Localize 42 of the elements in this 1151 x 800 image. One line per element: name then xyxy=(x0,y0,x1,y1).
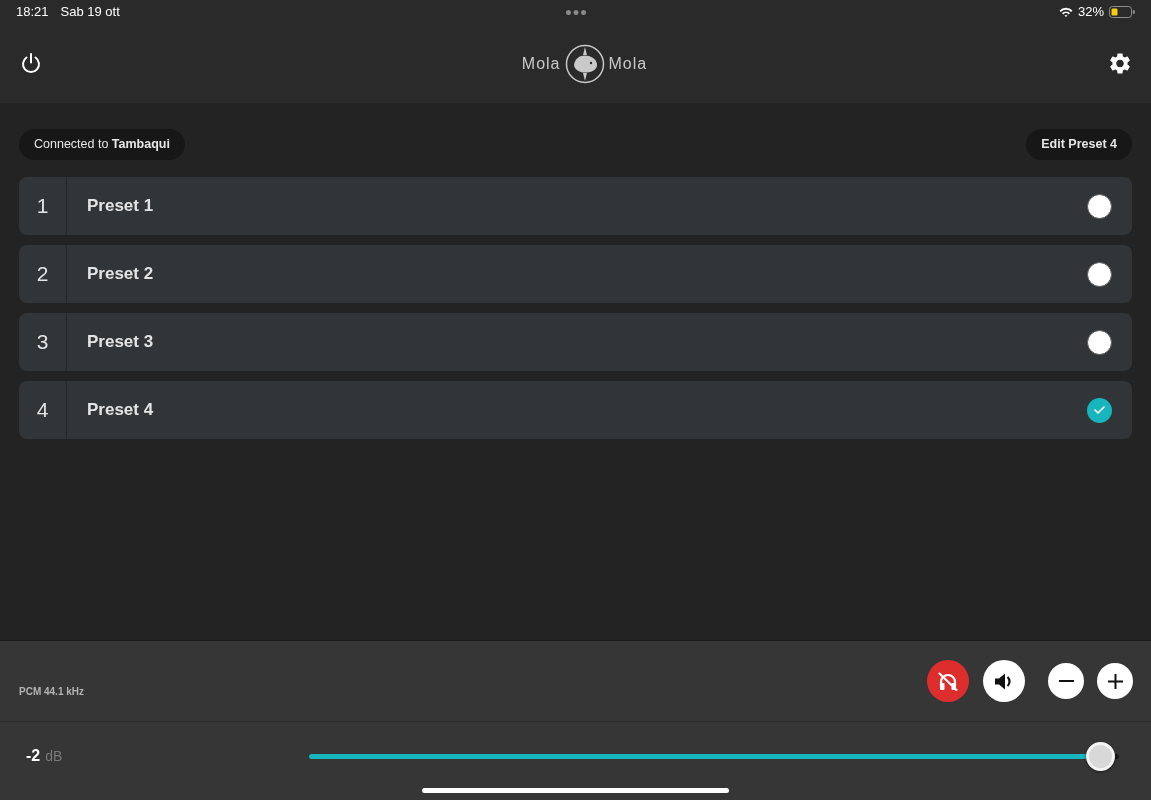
battery-icon xyxy=(1109,6,1135,18)
radio-button[interactable] xyxy=(1087,329,1112,355)
battery-percent: 32% xyxy=(1077,3,1104,22)
power-icon[interactable] xyxy=(21,53,41,74)
status-date: Sab 19 ott xyxy=(60,3,120,22)
volume-unit: dB xyxy=(45,747,63,766)
preset-name: Preset 2 xyxy=(86,263,155,286)
preset-row[interactable]: 4 Preset 4 xyxy=(19,381,1132,439)
volume-down-button[interactable] xyxy=(1048,663,1084,699)
speaker-icon xyxy=(995,672,1013,690)
connection-status: Connected to Tambaqui xyxy=(19,129,185,160)
preset-name: Preset 4 xyxy=(86,399,155,422)
wifi-icon xyxy=(1058,7,1073,17)
radio-button[interactable] xyxy=(1087,261,1112,287)
preset-row[interactable]: 1 Preset 1 xyxy=(19,177,1132,235)
speaker-button[interactable] xyxy=(983,660,1025,702)
audio-format: PCM 44.1 kHz xyxy=(19,684,85,699)
preset-number: 3 xyxy=(19,313,67,371)
logo-text: Mola xyxy=(521,53,561,74)
radio-button[interactable] xyxy=(1087,193,1112,219)
plus-icon xyxy=(1107,673,1123,689)
preset-name: Preset 1 xyxy=(86,195,155,218)
volume-value: -2 xyxy=(26,746,41,766)
preset-row[interactable]: 3 Preset 3 xyxy=(19,313,1132,371)
headphones-slash-icon xyxy=(938,671,958,691)
radio-button[interactable] xyxy=(1087,397,1112,423)
check-icon xyxy=(1094,406,1105,414)
settings-icon[interactable] xyxy=(1110,53,1130,74)
status-time: 18:21 xyxy=(16,3,49,22)
logo-text: Mola xyxy=(608,53,648,74)
volume-slider-thumb[interactable] xyxy=(1085,741,1115,771)
headphones-button[interactable] xyxy=(927,660,969,702)
preset-number: 2 xyxy=(19,245,67,303)
minus-icon xyxy=(1058,680,1074,682)
edit-preset-button[interactable]: Edit Preset 4 xyxy=(1026,129,1132,160)
preset-number: 1 xyxy=(19,177,67,235)
volume-up-button[interactable] xyxy=(1097,663,1133,699)
preset-number: 4 xyxy=(19,381,67,439)
preset-name: Preset 3 xyxy=(86,331,155,354)
fish-logo-icon xyxy=(564,43,605,84)
more-dots-icon[interactable] xyxy=(565,9,586,15)
preset-row[interactable]: 2 Preset 2 xyxy=(19,245,1132,303)
